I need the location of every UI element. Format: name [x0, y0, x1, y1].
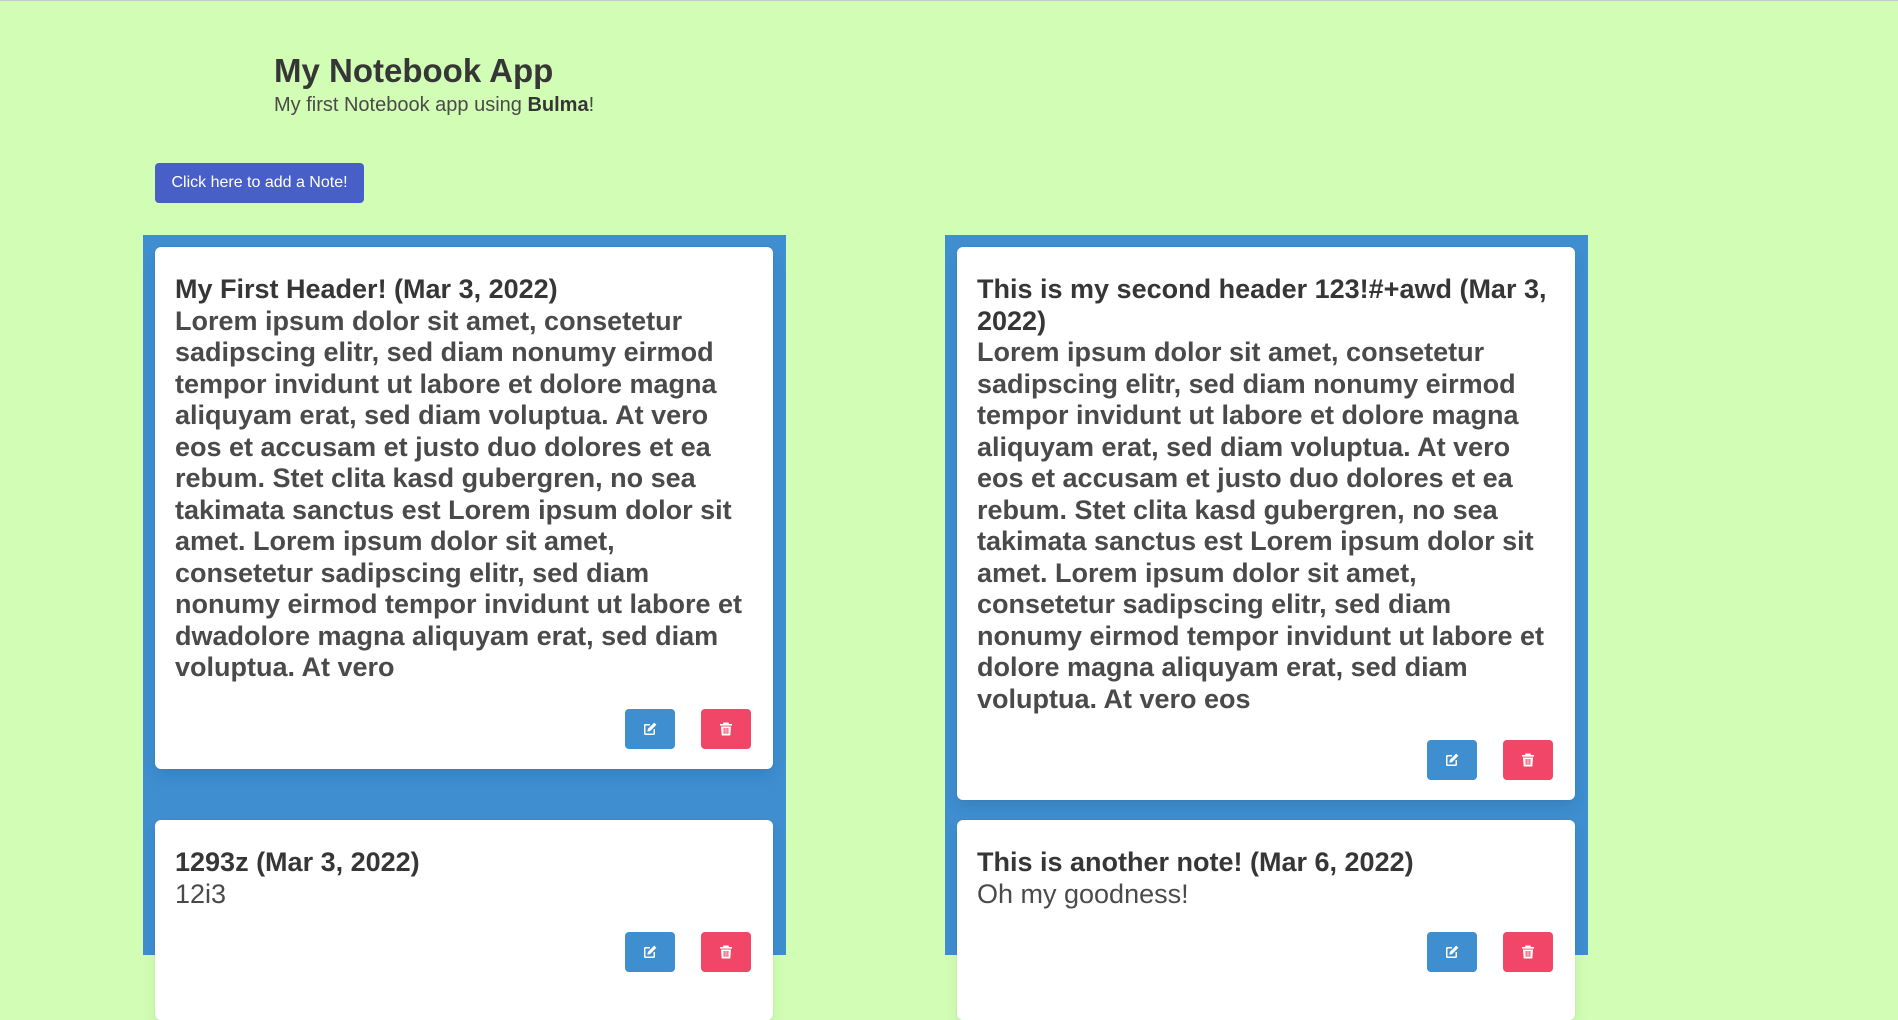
edit-icon	[1444, 944, 1460, 960]
delete-note-button[interactable]	[1503, 740, 1553, 780]
trash-icon	[1520, 752, 1536, 768]
note-card: My First Header! (Mar 3, 2022) Lorem ips…	[155, 247, 773, 769]
top-border	[0, 0, 1898, 1]
edit-icon	[1444, 752, 1460, 768]
note-body: 12i3	[175, 878, 227, 909]
page-header: My Notebook App My first Notebook app us…	[274, 50, 594, 118]
note-title: This is my second header 123!#+awd (Mar …	[977, 274, 1547, 336]
note-actions	[625, 709, 751, 749]
edit-icon	[642, 944, 658, 960]
note-body: Lorem ipsum dolor sit amet, consetetur s…	[977, 337, 1545, 714]
delete-note-button[interactable]	[701, 709, 751, 749]
delete-note-button[interactable]	[1503, 932, 1553, 972]
trash-icon	[1520, 944, 1536, 960]
note-card: This is another note! (Mar 6, 2022) Oh m…	[957, 820, 1575, 1020]
trash-icon	[718, 721, 734, 737]
edit-note-button[interactable]	[1427, 932, 1477, 972]
note-body: Lorem ipsum dolor sit amet, consetetur s…	[175, 305, 743, 683]
add-note-button[interactable]: Click here to add a Note!	[155, 163, 364, 203]
note-card: 1293z (Mar 3, 2022) 12i3	[155, 820, 773, 1020]
edit-note-button[interactable]	[1427, 740, 1477, 780]
note-actions	[625, 932, 751, 972]
page-title: My Notebook App	[274, 52, 554, 89]
note-title: 1293z (Mar 3, 2022)	[175, 847, 420, 877]
delete-note-button[interactable]	[701, 932, 751, 972]
note-actions	[1427, 932, 1553, 972]
subtitle-brand: Bulma	[527, 94, 589, 117]
note-card: This is my second header 123!#+awd (Mar …	[957, 247, 1575, 800]
notes-column-right: This is my second header 123!#+awd (Mar …	[945, 235, 1588, 1020]
edit-note-button[interactable]	[625, 709, 675, 749]
note-actions	[1427, 740, 1553, 780]
subtitle-suffix: !	[588, 94, 595, 117]
note-body: Oh my goodness!	[977, 878, 1189, 909]
edit-icon	[642, 721, 658, 737]
notes-column-left: My First Header! (Mar 3, 2022) Lorem ips…	[143, 235, 786, 1020]
note-title: My First Header! (Mar 3, 2022)	[175, 274, 558, 304]
trash-icon	[718, 944, 734, 960]
subtitle-text: My first Notebook app using	[274, 94, 528, 117]
page-subtitle: My first Notebook app using Bulma!	[274, 93, 594, 118]
edit-note-button[interactable]	[625, 932, 675, 972]
note-title: This is another note! (Mar 6, 2022)	[977, 847, 1414, 877]
